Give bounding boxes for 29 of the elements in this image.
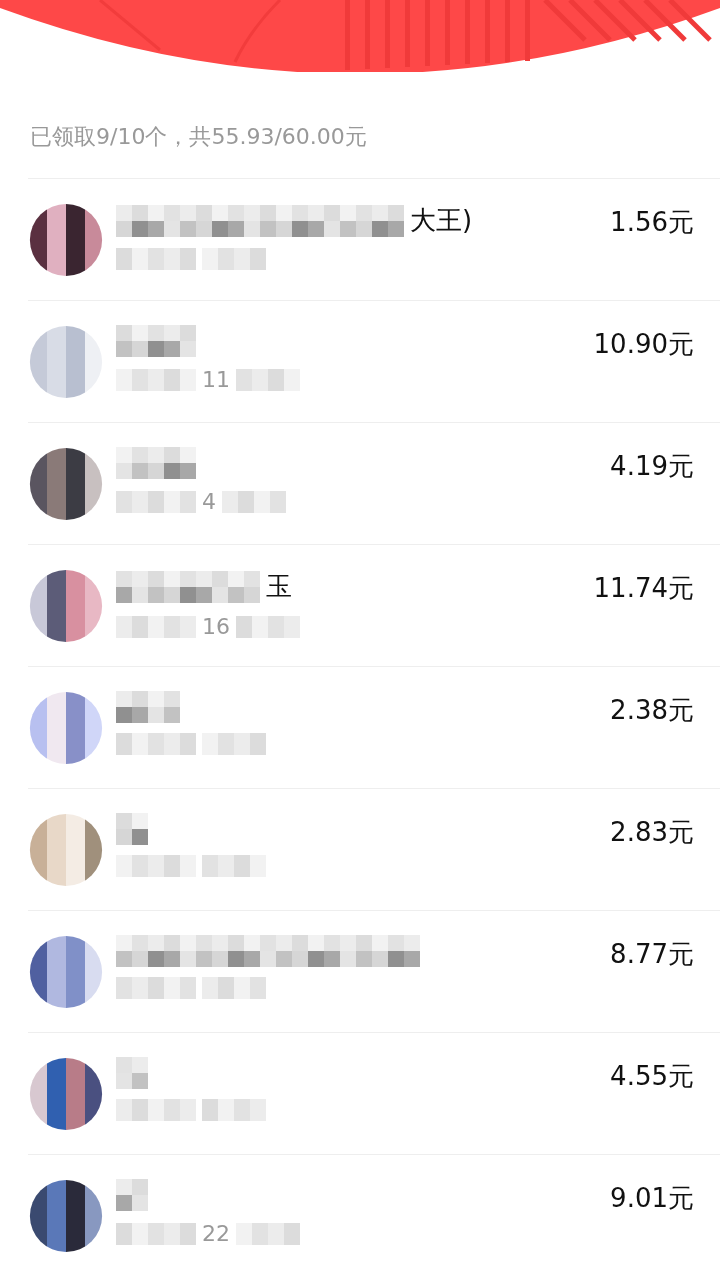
summary-text: 已领取9/10个，共55.93/60.00元	[29, 123, 368, 151]
pixelated-time-drawing	[236, 1222, 300, 1245]
amount-text: 9.01元	[610, 1182, 695, 1215]
time-fragment: 22	[202, 1221, 230, 1246]
pixelated-name-drawing	[116, 813, 148, 845]
name-fragment: 玉	[266, 570, 292, 603]
amount-text: 11.74元	[593, 572, 695, 605]
pixelated-time-drawing	[202, 855, 266, 877]
name-fragment: 大王)	[410, 204, 473, 237]
pixelated-time-drawing	[202, 977, 266, 999]
amount-text: 8.77元	[610, 938, 695, 971]
pixelated-time-drawing	[202, 248, 266, 270]
amount-text: 4.55元	[610, 1060, 695, 1093]
amount-text: 1.56元	[610, 206, 695, 239]
pixelated-time-drawing	[222, 490, 286, 513]
time-fragment: 4	[202, 489, 216, 514]
amount-text: 2.38元	[610, 694, 695, 727]
pixelated-time-drawing	[236, 368, 300, 391]
pixelated-time-drawing	[202, 1099, 266, 1121]
pixelated-time-drawing	[236, 615, 300, 638]
time-fragment: 16	[202, 614, 230, 639]
time-fragment: 11	[202, 367, 230, 392]
amount-text: 10.90元	[593, 328, 695, 361]
pixelated-name-drawing	[116, 691, 180, 723]
pixelated-name-drawing	[116, 1057, 148, 1089]
pixelated-name-drawing	[116, 1179, 148, 1211]
pixelated-time-drawing	[202, 733, 266, 755]
amount-text: 4.19元	[610, 450, 695, 483]
amount-text: 2.83元	[610, 816, 695, 849]
